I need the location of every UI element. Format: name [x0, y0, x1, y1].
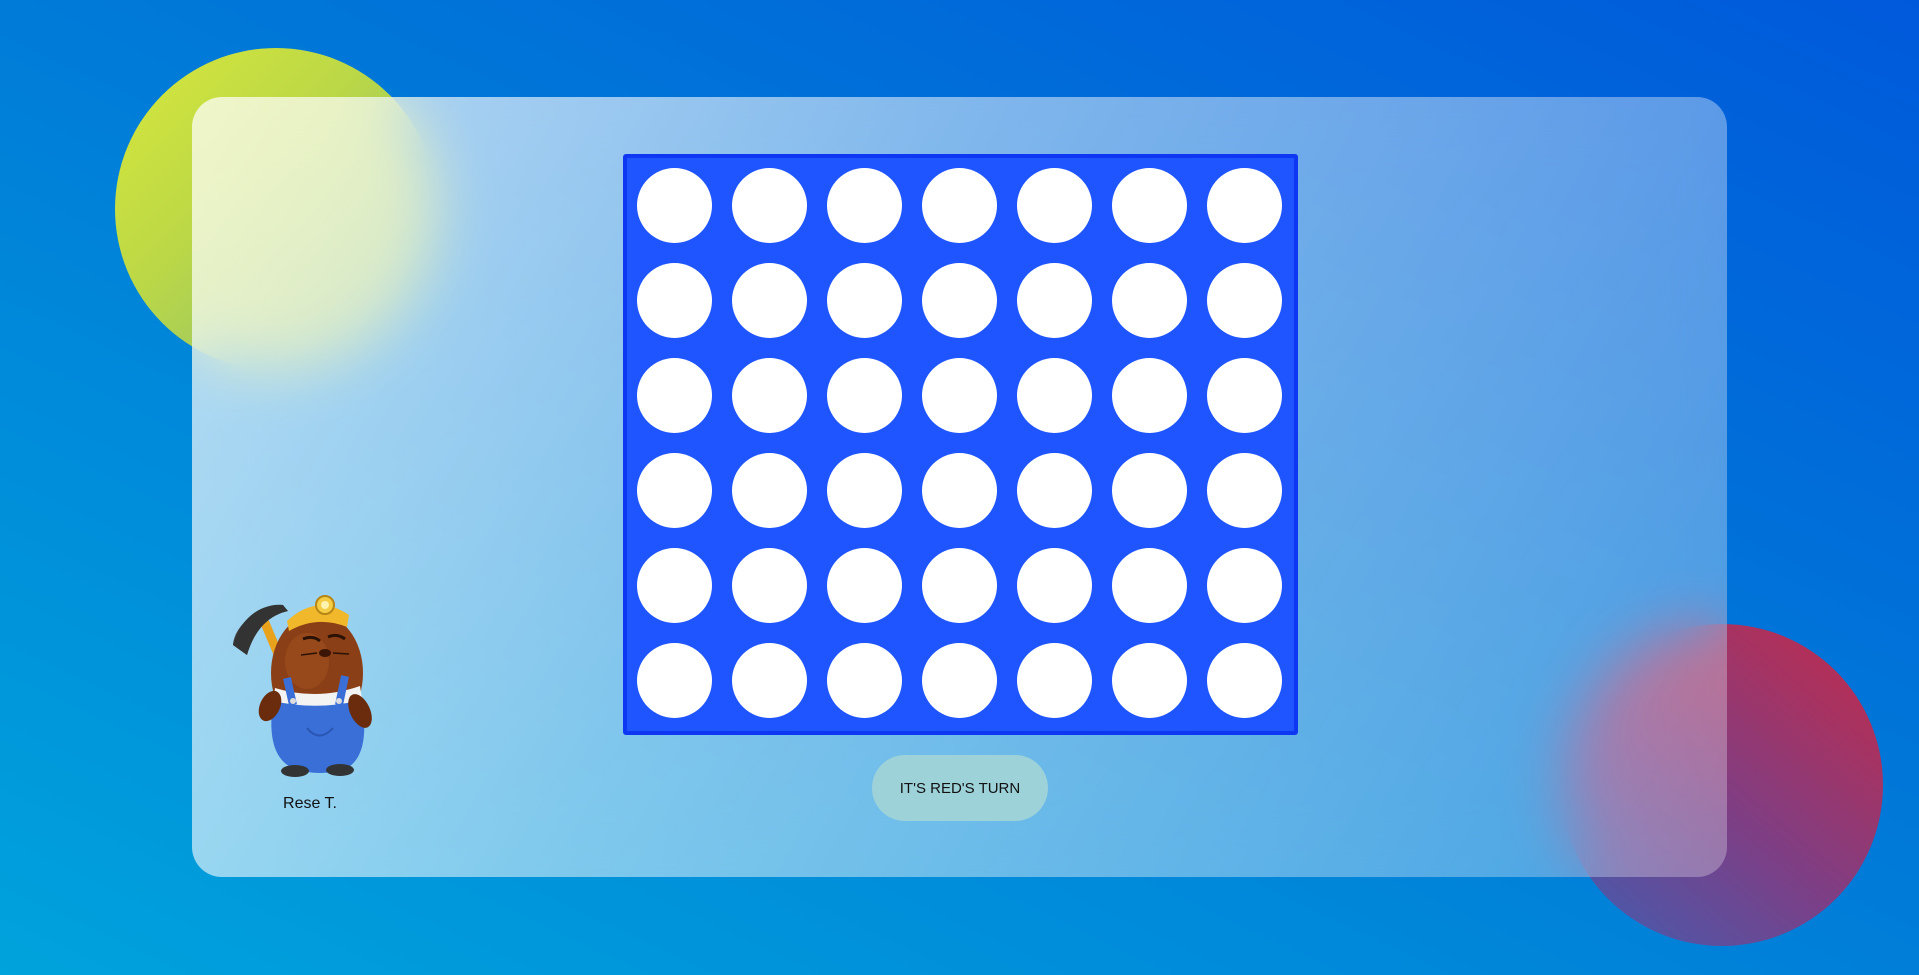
board-slot-r5-c7[interactable]	[1207, 548, 1282, 623]
board-slot-r5-c6[interactable]	[1112, 548, 1187, 623]
board-slot-r2-c7[interactable]	[1207, 263, 1282, 338]
board-slot-r3-c1[interactable]	[637, 358, 712, 433]
board-slot-r1-c1[interactable]	[637, 168, 712, 243]
board-slot-r2-c2[interactable]	[732, 263, 807, 338]
player-avatar	[225, 583, 395, 778]
board-slot-r6-c5[interactable]	[1017, 643, 1092, 718]
board-slot-r6-c3[interactable]	[827, 643, 902, 718]
board-slot-r3-c5[interactable]	[1017, 358, 1092, 433]
board-slot-r1-c7[interactable]	[1207, 168, 1282, 243]
board-slot-r1-c2[interactable]	[732, 168, 807, 243]
board-slot-r2-c5[interactable]	[1017, 263, 1092, 338]
board-slot-r4-c5[interactable]	[1017, 453, 1092, 528]
board-slot-r6-c6[interactable]	[1112, 643, 1187, 718]
board-slot-r1-c6[interactable]	[1112, 168, 1187, 243]
board-slot-r6-c4[interactable]	[922, 643, 997, 718]
board-slot-r1-c4[interactable]	[922, 168, 997, 243]
board-slot-r5-c5[interactable]	[1017, 548, 1092, 623]
board-grid	[637, 168, 1282, 718]
board-slot-r3-c3[interactable]	[827, 358, 902, 433]
board-slot-r6-c2[interactable]	[732, 643, 807, 718]
board-slot-r2-c6[interactable]	[1112, 263, 1187, 338]
board-slot-r3-c7[interactable]	[1207, 358, 1282, 433]
board-slot-r1-c3[interactable]	[827, 168, 902, 243]
board-slot-r5-c2[interactable]	[732, 548, 807, 623]
board-slot-r3-c6[interactable]	[1112, 358, 1187, 433]
board-slot-r5-c4[interactable]	[922, 548, 997, 623]
board-slot-r4-c1[interactable]	[637, 453, 712, 528]
board-slot-r4-c6[interactable]	[1112, 453, 1187, 528]
board-slot-r3-c2[interactable]	[732, 358, 807, 433]
board-slot-r4-c3[interactable]	[827, 453, 902, 528]
player-name: Rese T.	[283, 795, 337, 812]
board-slot-r5-c1[interactable]	[637, 548, 712, 623]
board-slot-r3-c4[interactable]	[922, 358, 997, 433]
mole-miner-icon	[233, 595, 372, 777]
board-slot-r4-c2[interactable]	[732, 453, 807, 528]
board-slot-r4-c4[interactable]	[922, 453, 997, 528]
turn-status-button[interactable]: IT'S RED'S TURN	[872, 755, 1048, 821]
board-slot-r6-c1[interactable]	[637, 643, 712, 718]
board-slot-r2-c1[interactable]	[637, 263, 712, 338]
board-slot-r6-c7[interactable]	[1207, 643, 1282, 718]
board-slot-r1-c5[interactable]	[1017, 168, 1092, 243]
connect-four-board	[623, 154, 1298, 735]
board-slot-r4-c7[interactable]	[1207, 453, 1282, 528]
board-slot-r2-c3[interactable]	[827, 263, 902, 338]
board-slot-r2-c4[interactable]	[922, 263, 997, 338]
board-slot-r5-c3[interactable]	[827, 548, 902, 623]
